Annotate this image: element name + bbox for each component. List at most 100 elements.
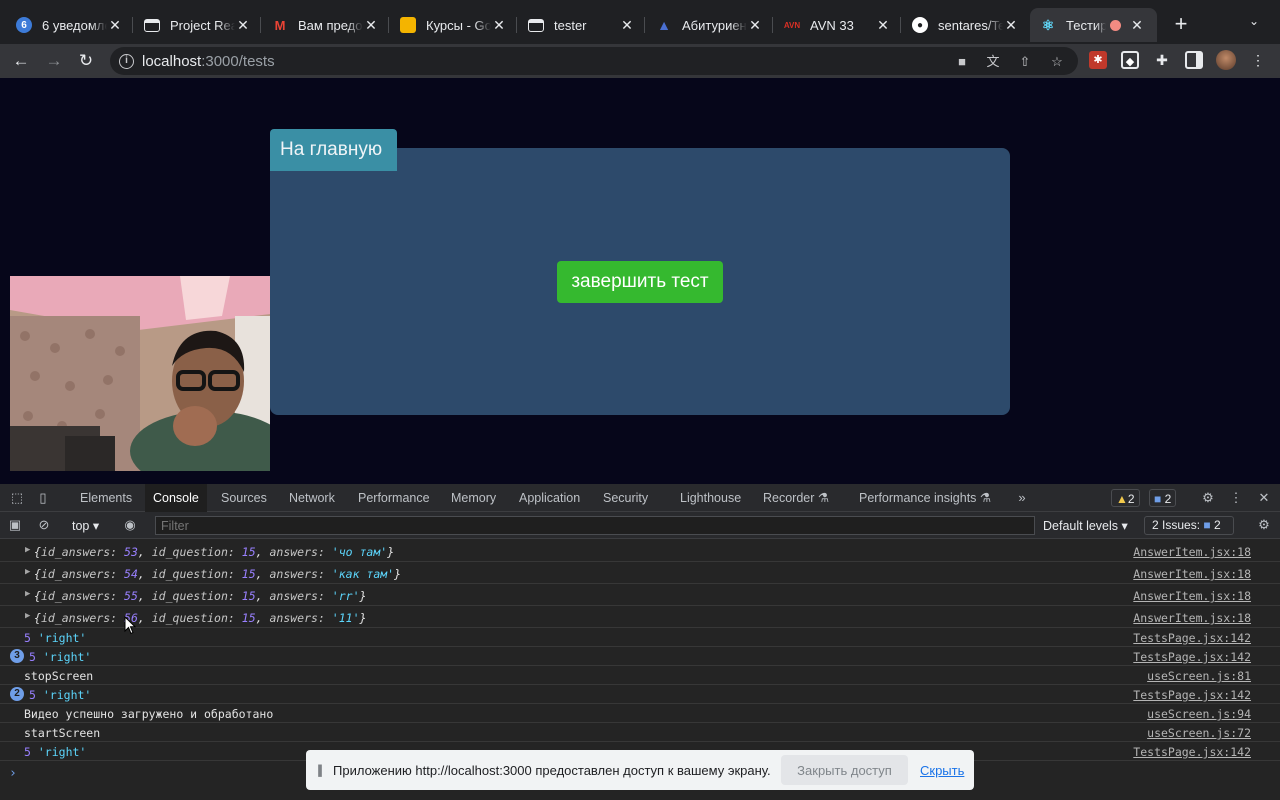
- tab-search-icon[interactable]: ⌄: [1249, 14, 1259, 28]
- close-tab-icon[interactable]: ✕: [619, 17, 635, 34]
- new-tab-button[interactable]: +: [1170, 12, 1192, 36]
- site-info-icon[interactable]: i: [119, 53, 134, 69]
- source-link[interactable]: TestsPage.jsx:142: [1133, 631, 1251, 645]
- console-row[interactable]: ▶ {id_answers: 56, id_question: 15, answ…: [0, 606, 1280, 628]
- hide-link[interactable]: Скрыть: [920, 763, 964, 778]
- source-link[interactable]: AnswerItem.jsx:18: [1133, 611, 1251, 625]
- expand-triangle-icon[interactable]: ▶: [25, 589, 30, 599]
- browser-tab[interactable]: Project Real ✕: [134, 8, 261, 42]
- source-link[interactable]: AnswerItem.jsx:18: [1133, 567, 1251, 581]
- browser-toolbar: ← → ↻ i localhost:3000/tests ■ 文 ⇧ ☆ ✱ ◆…: [0, 44, 1280, 78]
- more-tabs-icon[interactable]: »: [1014, 490, 1030, 506]
- close-tab-icon[interactable]: ✕: [491, 17, 507, 34]
- close-tab-icon[interactable]: ✕: [875, 17, 891, 34]
- console-row: 5 'right' TestsPage.jsx:142: [0, 628, 1280, 647]
- warnings-badge[interactable]: ▲2: [1111, 489, 1140, 507]
- browser-tab[interactable]: M Вам предоставлен ✕: [262, 8, 389, 42]
- console-settings-icon[interactable]: ⚙: [1256, 517, 1272, 533]
- source-link[interactable]: TestsPage.jsx:142: [1133, 650, 1251, 664]
- source-link[interactable]: AnswerItem.jsx:18: [1133, 589, 1251, 603]
- devtools-tab-elements[interactable]: Elements: [72, 484, 140, 512]
- message-icon: ■: [1203, 518, 1211, 532]
- camera-icon[interactable]: ■: [953, 53, 971, 71]
- devtools-tab-performance[interactable]: Performance: [350, 484, 438, 512]
- window-icon: [144, 18, 160, 32]
- extension-icon[interactable]: ◆: [1121, 51, 1139, 69]
- browser-tab[interactable]: tester ✕: [518, 8, 645, 42]
- finish-test-button[interactable]: завершить тест: [557, 261, 723, 303]
- sidebar-toggle-icon[interactable]: ▣: [7, 517, 23, 533]
- address-bar[interactable]: i localhost:3000/tests ■ 文 ⇧ ☆: [110, 47, 1078, 75]
- browser-tab[interactable]: ● sentares/Test ✕: [902, 8, 1029, 42]
- browser-tab-active[interactable]: ⚛ Тестирование ✕: [1030, 8, 1157, 42]
- close-tab-icon[interactable]: ✕: [1129, 17, 1145, 34]
- console-row: Видео успешно загружено и обработано use…: [0, 704, 1280, 723]
- gmail-icon: M: [274, 17, 286, 33]
- log-levels-dropdown[interactable]: Default levels ▾: [1043, 518, 1128, 533]
- console-row[interactable]: ▶ {id_answers: 55, id_question: 15, answ…: [0, 584, 1280, 606]
- extension-icon[interactable]: ✱: [1089, 51, 1107, 69]
- console-filter-input[interactable]: [155, 516, 1035, 535]
- devtools-tab-application[interactable]: Application: [511, 484, 588, 512]
- notification-badge-icon: 6: [16, 17, 32, 33]
- console-prompt-icon[interactable]: ›: [9, 766, 17, 781]
- devtools-more-icon[interactable]: ⋮: [1228, 490, 1244, 506]
- browser-tab[interactable]: Курсы - Google ✕: [390, 8, 517, 42]
- source-link[interactable]: AnswerItem.jsx:18: [1133, 545, 1251, 559]
- forward-icon[interactable]: →: [42, 49, 66, 73]
- more-menu-icon[interactable]: ⋮: [1249, 51, 1267, 69]
- devtools-tab-console[interactable]: Console: [145, 484, 207, 512]
- devtools-tab-memory[interactable]: Memory: [443, 484, 504, 512]
- clear-console-icon[interactable]: ⊘: [36, 517, 52, 533]
- back-icon[interactable]: ←: [9, 49, 33, 73]
- source-link[interactable]: useScreen.js:72: [1147, 726, 1251, 740]
- browser-tab[interactable]: ▲ Абитуриент ✕: [646, 8, 773, 42]
- expand-triangle-icon[interactable]: ▶: [25, 545, 30, 555]
- stop-sharing-button[interactable]: Закрыть доступ: [781, 755, 908, 785]
- drag-handle-icon[interactable]: ∥: [317, 763, 323, 777]
- settings-gear-icon[interactable]: ⚙: [1200, 490, 1216, 506]
- browser-tab-strip: 6 6 уведомлений ✕ Project Real ✕ M Вам п…: [0, 0, 1280, 44]
- devtools-tab-lighthouse[interactable]: Lighthouse: [672, 484, 749, 512]
- console-row[interactable]: ▶ {id_answers: 54, id_question: 15, answ…: [0, 562, 1280, 584]
- close-devtools-icon[interactable]: ✕: [1256, 490, 1272, 506]
- issues-button[interactable]: 2 Issues: ■ 2: [1144, 516, 1234, 535]
- console-row[interactable]: ▶ {id_answers: 53, id_question: 15, answ…: [0, 540, 1280, 562]
- expand-triangle-icon[interactable]: ▶: [25, 611, 30, 621]
- devtools-tab-sources[interactable]: Sources: [213, 484, 275, 512]
- devtools-tab-recorder[interactable]: Recorder ⚗: [755, 484, 837, 512]
- puzzle-icon[interactable]: ✚: [1153, 51, 1171, 69]
- source-link[interactable]: TestsPage.jsx:142: [1133, 688, 1251, 702]
- console-toolbar: ▣ ⊘ top ▾ ◉ Default levels ▾ 2 Issues: ■…: [0, 512, 1280, 539]
- translate-icon[interactable]: 文: [984, 53, 1002, 71]
- bookmark-star-icon[interactable]: ☆: [1048, 53, 1066, 71]
- devtools-tab-network[interactable]: Network: [281, 484, 343, 512]
- source-link[interactable]: TestsPage.jsx:142: [1133, 745, 1251, 759]
- close-tab-icon[interactable]: ✕: [107, 17, 123, 34]
- live-expression-eye-icon[interactable]: ◉: [122, 517, 138, 533]
- close-tab-icon[interactable]: ✕: [363, 17, 379, 34]
- inspect-element-icon[interactable]: ⬚: [9, 490, 25, 506]
- source-link[interactable]: useScreen.js:94: [1147, 707, 1251, 721]
- device-toolbar-icon[interactable]: ▯: [35, 490, 51, 506]
- expand-triangle-icon[interactable]: ▶: [25, 567, 30, 577]
- source-link[interactable]: useScreen.js:81: [1147, 669, 1251, 683]
- recording-icon: [1110, 19, 1121, 31]
- messages-badge[interactable]: ■ 2: [1149, 489, 1177, 507]
- devtools-tab-performance-insights[interactable]: Performance insights ⚗: [851, 484, 999, 512]
- webcam-image: [10, 276, 270, 471]
- context-selector[interactable]: top ▾: [72, 518, 99, 533]
- avatar[interactable]: [1216, 50, 1236, 70]
- home-button[interactable]: На главную: [270, 129, 397, 171]
- browser-tab[interactable]: AVN AVN 33 ✕: [774, 8, 901, 42]
- side-panel-icon[interactable]: [1185, 51, 1203, 69]
- close-tab-icon[interactable]: ✕: [747, 17, 763, 34]
- reload-icon[interactable]: ↻: [74, 49, 98, 73]
- close-tab-icon[interactable]: ✕: [1003, 17, 1019, 34]
- close-tab-icon[interactable]: ✕: [235, 17, 251, 34]
- share-icon[interactable]: ⇧: [1016, 53, 1034, 71]
- devtools-tab-security[interactable]: Security: [595, 484, 656, 512]
- devtools-tab-bar: ⬚ ▯ Elements Console Sources Network Per…: [0, 484, 1280, 512]
- share-message: Приложению http://localhost:3000 предост…: [333, 763, 771, 778]
- browser-tab[interactable]: 6 6 уведомлений ✕: [6, 8, 133, 42]
